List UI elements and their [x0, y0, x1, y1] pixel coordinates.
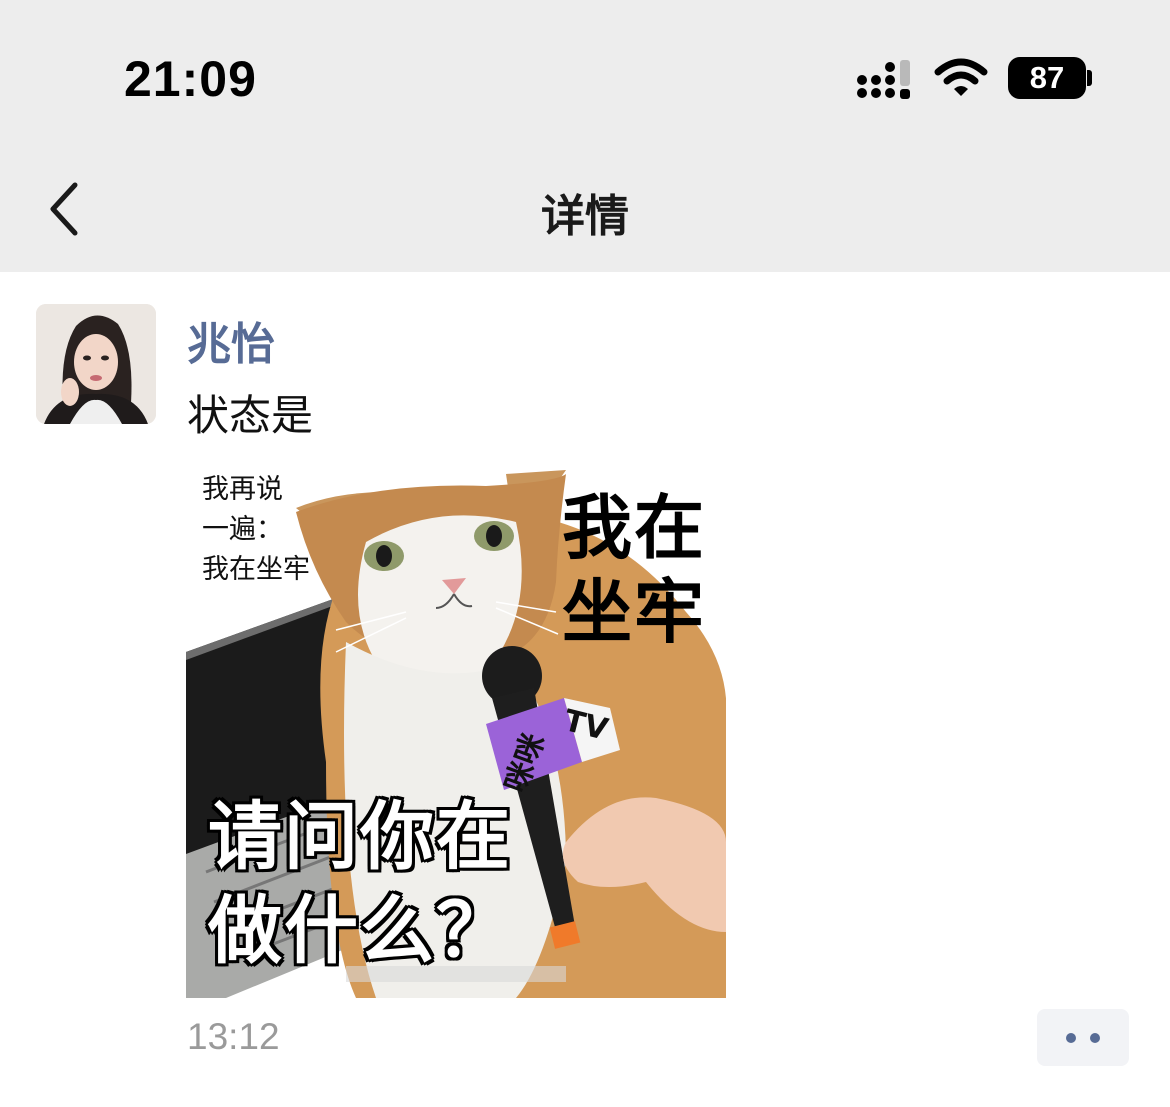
image-caption-small-3: 我在坐牢	[202, 554, 310, 585]
author-name[interactable]: 兆怡	[187, 308, 275, 372]
battery-icon: 87	[1008, 57, 1086, 99]
nav-bar: 详情	[0, 150, 1170, 272]
battery-nub	[1087, 70, 1092, 86]
wifi-icon	[934, 58, 988, 96]
battery-level: 87	[1029, 60, 1065, 95]
post-text: 状态是	[187, 391, 314, 440]
more-dots-icon[interactable]	[1037, 1009, 1129, 1066]
header-area: 21:09 87 详情	[0, 0, 1170, 272]
image-caption-small-1: 我再说	[202, 474, 283, 505]
status-time: 21:09	[124, 51, 257, 107]
post-timestamp: 13:12	[187, 1016, 280, 1057]
image-caption-bottom-2: 做什么？	[208, 888, 512, 974]
cellular-signal-icon	[857, 60, 910, 99]
post-image[interactable]: 我再说 一遍： 我在坐牢 我在 坐牢 请问你在 做什么？ 咪咪 TV	[186, 462, 726, 998]
avatar-image	[36, 304, 156, 424]
moment-post: 兆怡 状态是 我再说 一遍： 我在坐牢 我在 坐牢 请问你在 做什么？ 咪咪 T…	[0, 272, 1170, 1107]
status-bar: 21:09 87	[0, 0, 1170, 150]
more-dot	[1090, 1032, 1100, 1043]
image-caption-small-2: 一遍：	[202, 514, 283, 545]
image-caption-big-1: 我在	[562, 487, 706, 569]
page-title: 详情	[541, 191, 629, 242]
image-caption-bottom-1: 请问你在	[208, 794, 512, 880]
image-caption-big-2: 坐牢	[562, 571, 706, 653]
more-dot	[1066, 1032, 1076, 1043]
avatar[interactable]	[36, 304, 156, 424]
